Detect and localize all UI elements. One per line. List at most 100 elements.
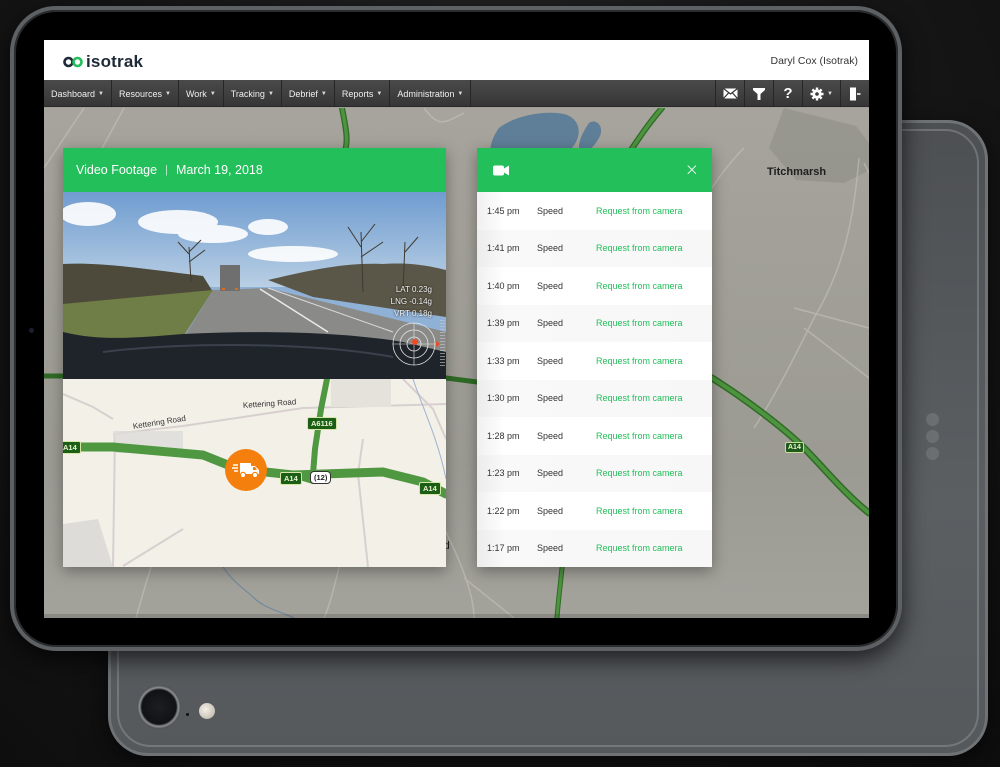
nav-label: Reports: [341, 88, 374, 99]
gforce-scale: [440, 320, 445, 366]
truck-light-left: [222, 288, 225, 290]
event-type: Speed: [537, 243, 564, 254]
event-row[interactable]: 1:28 pm Speed Request from camera: [477, 417, 712, 455]
event-row[interactable]: 1:30 pm Speed Request from camera: [477, 379, 712, 417]
road-shield: A14: [63, 441, 81, 454]
event-row[interactable]: 1:17 pm Speed Request from camera: [477, 529, 712, 567]
event-time: 1:40 pm: [487, 280, 520, 291]
rear-microphone: [186, 713, 189, 716]
request-from-camera-link[interactable]: Request from camera: [596, 431, 683, 441]
request-from-camera-link[interactable]: Request from camera: [596, 393, 683, 403]
navbar-actions: ? ▼: [715, 80, 869, 107]
nav-administration[interactable]: Administration ▼: [390, 80, 472, 107]
event-type: Speed: [537, 468, 564, 479]
event-row[interactable]: 1:33 pm Speed Request from camera: [477, 342, 712, 380]
isotrak-logo[interactable]: isotrak: [63, 52, 143, 72]
gforce-gauge: [392, 322, 440, 366]
caret-down-icon: ▼: [320, 90, 327, 97]
user-name[interactable]: Daryl Cox (Isotrak): [770, 55, 858, 67]
event-row[interactable]: 1:39 pm Speed Request from camera: [477, 304, 712, 342]
video-panel-title: Video Footage: [76, 163, 158, 177]
nav-label: Work: [185, 88, 207, 99]
map-road-shield: A14: [785, 442, 804, 453]
request-from-camera-link[interactable]: Request from camera: [596, 281, 683, 291]
event-time: 1:39 pm: [487, 318, 520, 329]
truck-ahead: [220, 265, 240, 291]
help-button[interactable]: ?: [773, 80, 802, 107]
event-type: Speed: [537, 205, 564, 216]
filter-icon: [753, 87, 765, 100]
truck-light-right: [235, 288, 238, 290]
request-from-camera-link[interactable]: Request from camera: [596, 356, 683, 366]
app-screen: Titchmarsh A14 rd isotrak Daryl Cox (Iso…: [44, 40, 869, 618]
events-list: 1:45 pm Speed Request from camera 1:41 p…: [477, 192, 712, 567]
event-row[interactable]: 1:40 pm Speed Request from camera: [477, 267, 712, 305]
request-from-camera-link[interactable]: Request from camera: [596, 506, 683, 516]
rear-flash: [199, 703, 215, 719]
vehicle-marker[interactable]: [225, 449, 267, 491]
request-from-camera-link[interactable]: Request from camera: [596, 468, 683, 478]
settings-button[interactable]: ▼: [802, 80, 840, 107]
nav-debrief[interactable]: Debrief ▼: [282, 80, 335, 107]
road-shield: A6116: [307, 417, 337, 430]
dashcam-scene: [63, 192, 446, 379]
infinity-logo-icon: [63, 56, 83, 68]
caret-down-icon: ▼: [267, 90, 274, 97]
front-camera: [29, 328, 34, 333]
event-type: Speed: [537, 355, 564, 366]
nav-label: Tracking: [230, 88, 265, 99]
event-row[interactable]: 1:22 pm Speed Request from camera: [477, 492, 712, 530]
event-time: 1:45 pm: [487, 205, 520, 216]
brand-name: isotrak: [86, 52, 144, 71]
caret-down-icon: ▼: [165, 90, 171, 97]
help-icon: ?: [783, 85, 793, 102]
caret-down-icon: ▼: [376, 90, 383, 97]
mini-map-building: [331, 379, 391, 407]
event-row[interactable]: 1:45 pm Speed Request from camera: [477, 192, 712, 230]
screen-shade: [44, 614, 869, 618]
event-time: 1:41 pm: [487, 243, 520, 254]
rear-camera: [137, 685, 181, 729]
nav-tracking[interactable]: Tracking ▼: [224, 80, 282, 107]
event-time: 1:23 pm: [487, 468, 520, 479]
request-from-camera-link[interactable]: Request from camera: [596, 318, 683, 328]
nav-reports[interactable]: Reports ▼: [335, 80, 391, 107]
gforce-lat: LAT 0.23g: [395, 285, 432, 294]
nav-label: Resources: [118, 88, 163, 99]
request-from-camera-link[interactable]: Request from camera: [596, 206, 683, 216]
event-time: 1:17 pm: [487, 543, 520, 554]
nav-dashboard[interactable]: Dashboard ▼: [44, 80, 112, 107]
event-row[interactable]: 1:23 pm Speed Request from camera: [477, 454, 712, 492]
event-type: Speed: [537, 318, 564, 329]
app-header: isotrak Daryl Cox (Isotrak): [44, 40, 869, 80]
smart-connector: [926, 413, 939, 460]
delivery-truck-icon: [232, 463, 259, 479]
filter-button[interactable]: [744, 80, 773, 107]
nav-work[interactable]: Work ▼: [179, 80, 224, 107]
logout-icon: [850, 87, 861, 100]
gforce-readout: LAT 0.23g LNG -0.14g VRT 0.18g: [391, 284, 432, 320]
event-row[interactable]: 1:41 pm Speed Request from camera: [477, 229, 712, 267]
events-panel-header: ×: [477, 148, 712, 192]
close-icon[interactable]: ×: [685, 161, 699, 179]
dashcam-video[interactable]: LAT 0.23g LNG -0.14g VRT 0.18g: [63, 192, 446, 379]
video-camera-icon: [493, 165, 509, 175]
event-location-map[interactable]: Kettering Road Kettering Road A14 A6116 …: [63, 379, 446, 567]
settings-icon: [810, 87, 824, 100]
nav-resources[interactable]: Resources ▼: [112, 80, 179, 107]
logout-button[interactable]: [840, 80, 869, 107]
gforce-lng: LNG -0.14g: [390, 297, 432, 306]
video-footage-panel: Video Footage | March 19, 2018 LAT 0.23g…: [63, 148, 446, 567]
nav-label: Dashboard: [51, 88, 96, 99]
request-from-camera-link[interactable]: Request from camera: [596, 243, 683, 253]
mini-map-building: [63, 519, 113, 567]
event-time: 1:30 pm: [487, 393, 520, 404]
nav-label: Administration: [397, 88, 455, 99]
messages-button[interactable]: [715, 80, 744, 107]
title-separator: |: [165, 164, 168, 176]
event-type: Speed: [537, 430, 564, 441]
request-from-camera-link[interactable]: Request from camera: [596, 543, 683, 553]
event-time: 1:33 pm: [487, 355, 520, 366]
event-type: Speed: [537, 505, 564, 516]
caret-down-icon: ▼: [827, 90, 833, 97]
